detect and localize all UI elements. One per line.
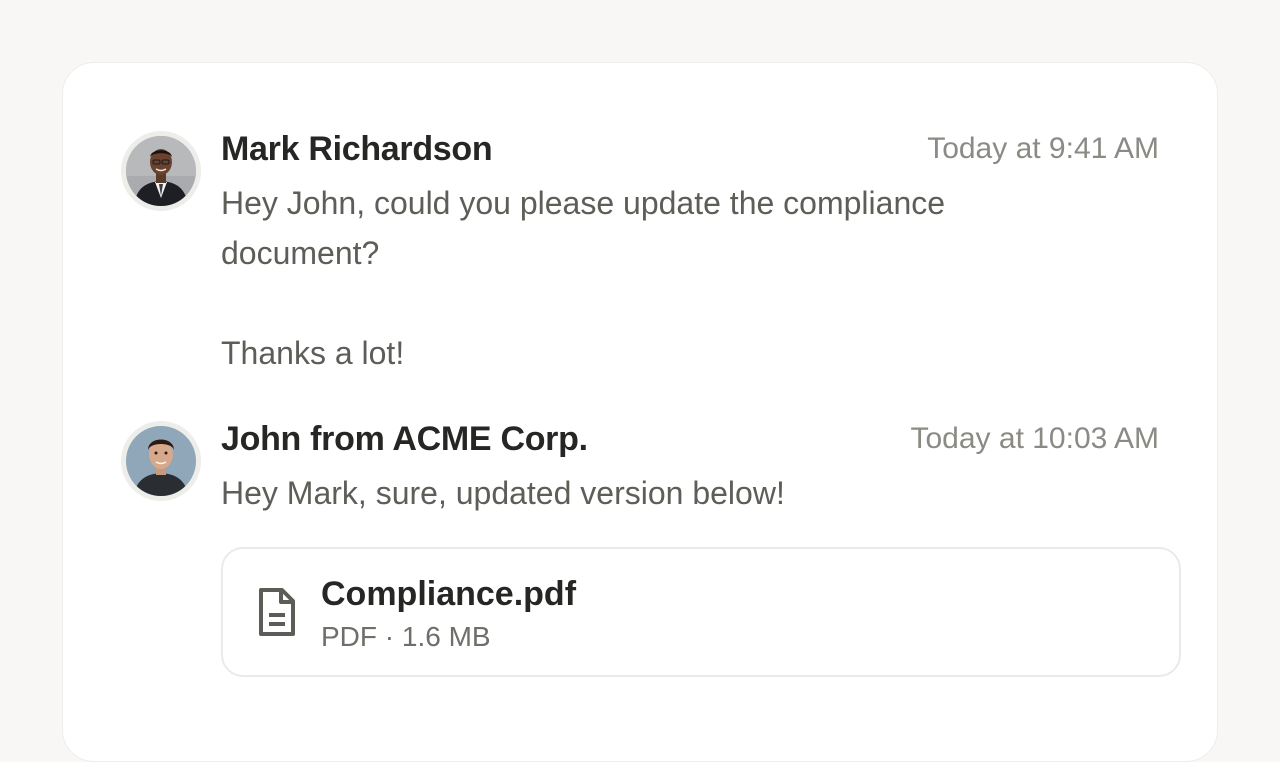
- file-attachment[interactable]: Compliance.pdf PDF · 1.6 MB: [221, 547, 1181, 677]
- document-icon: [259, 588, 295, 636]
- avatar[interactable]: [121, 131, 201, 211]
- file-name: Compliance.pdf: [321, 575, 577, 613]
- person-avatar-icon: [126, 426, 196, 496]
- sender-name: John from ACME Corp.: [221, 420, 588, 458]
- person-avatar-icon: [126, 136, 196, 206]
- file-meta: PDF · 1.6 MB: [321, 621, 491, 652]
- message-text: Hey John, could you please update the co…: [221, 185, 946, 371]
- message-text: Hey Mark, sure, updated version below!: [221, 475, 785, 511]
- avatar[interactable]: [121, 421, 201, 501]
- message-timestamp: Today at 9:41 AM: [927, 132, 1159, 165]
- message-timestamp: Today at 10:03 AM: [910, 422, 1160, 455]
- sender-name: Mark Richardson: [221, 130, 493, 168]
- chat-thread-card: Mark Richardson Today at 9:41 AM Hey Joh…: [62, 62, 1218, 762]
